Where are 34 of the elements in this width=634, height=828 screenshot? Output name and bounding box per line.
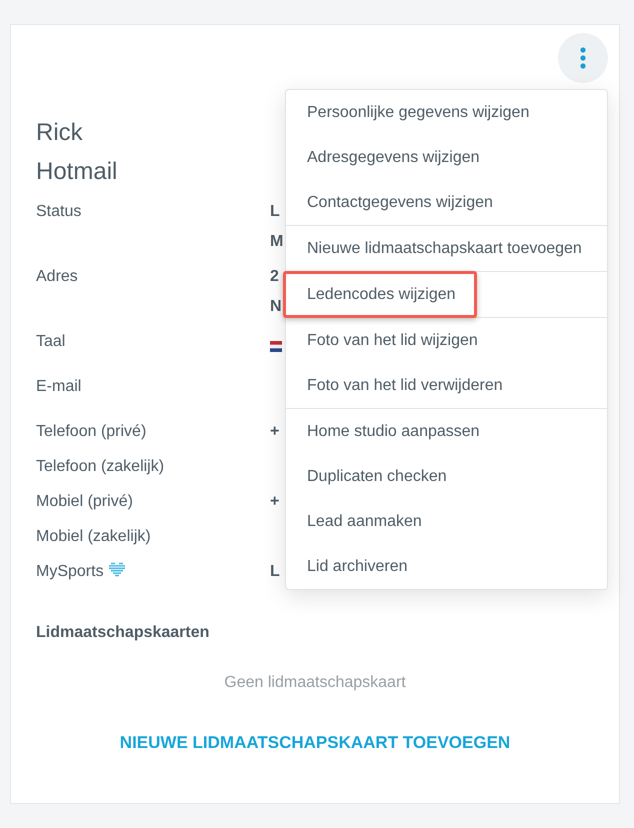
member-name: Rick [36,118,83,148]
member-name: Hotmail [36,157,118,187]
menu-item[interactable]: Ledencodes wijzigen [283,271,477,318]
menu-item[interactable]: Duplicaten checken [286,454,607,499]
field-value: L [270,202,280,222]
field-label: Telefoon (privé) [36,423,146,440]
menu-item[interactable]: Nieuwe lidmaatschapskaart toevoegen [286,226,607,271]
field-value: + [270,492,280,512]
more-options-button[interactable] [558,33,608,83]
field-value: 2 [270,267,279,287]
field-value: + [270,422,280,442]
field-value: L [270,562,280,582]
menu-item[interactable]: Home studio aanpassen [286,409,607,454]
field-label: Telefoon (zakelijk) [36,458,164,475]
menu-item[interactable]: Persoonlijke gegevens wijzigen [286,90,607,135]
field-value: N [270,297,282,317]
field-label: Adres [36,268,78,285]
field-label: E-mail [36,378,82,395]
empty-message: Geen lidmaatschapskaart [224,673,406,693]
field-label: Taal [36,333,66,350]
field-label: Status [36,203,82,220]
menu-item[interactable]: Lid archiveren [286,544,607,589]
menu-item[interactable]: Lead aanmaken [286,499,607,544]
field-label: Mobiel (privé) [36,493,133,510]
field-value: M [270,232,284,252]
menu-item[interactable]: Foto van het lid verwijderen [286,363,607,408]
menu-item[interactable]: Adresgegevens wijzigen [286,135,607,180]
flag-icon [270,341,282,352]
menu-item[interactable]: Foto van het lid wijzigen [286,318,607,363]
more-options-icon [580,47,586,69]
field-label: Mobiel (zakelijk) [36,528,151,545]
field-label: MySports [36,563,104,580]
section-title: Lidmaatschapskaarten [36,623,210,643]
menu-item[interactable]: Contactgegevens wijzigen [286,180,607,225]
